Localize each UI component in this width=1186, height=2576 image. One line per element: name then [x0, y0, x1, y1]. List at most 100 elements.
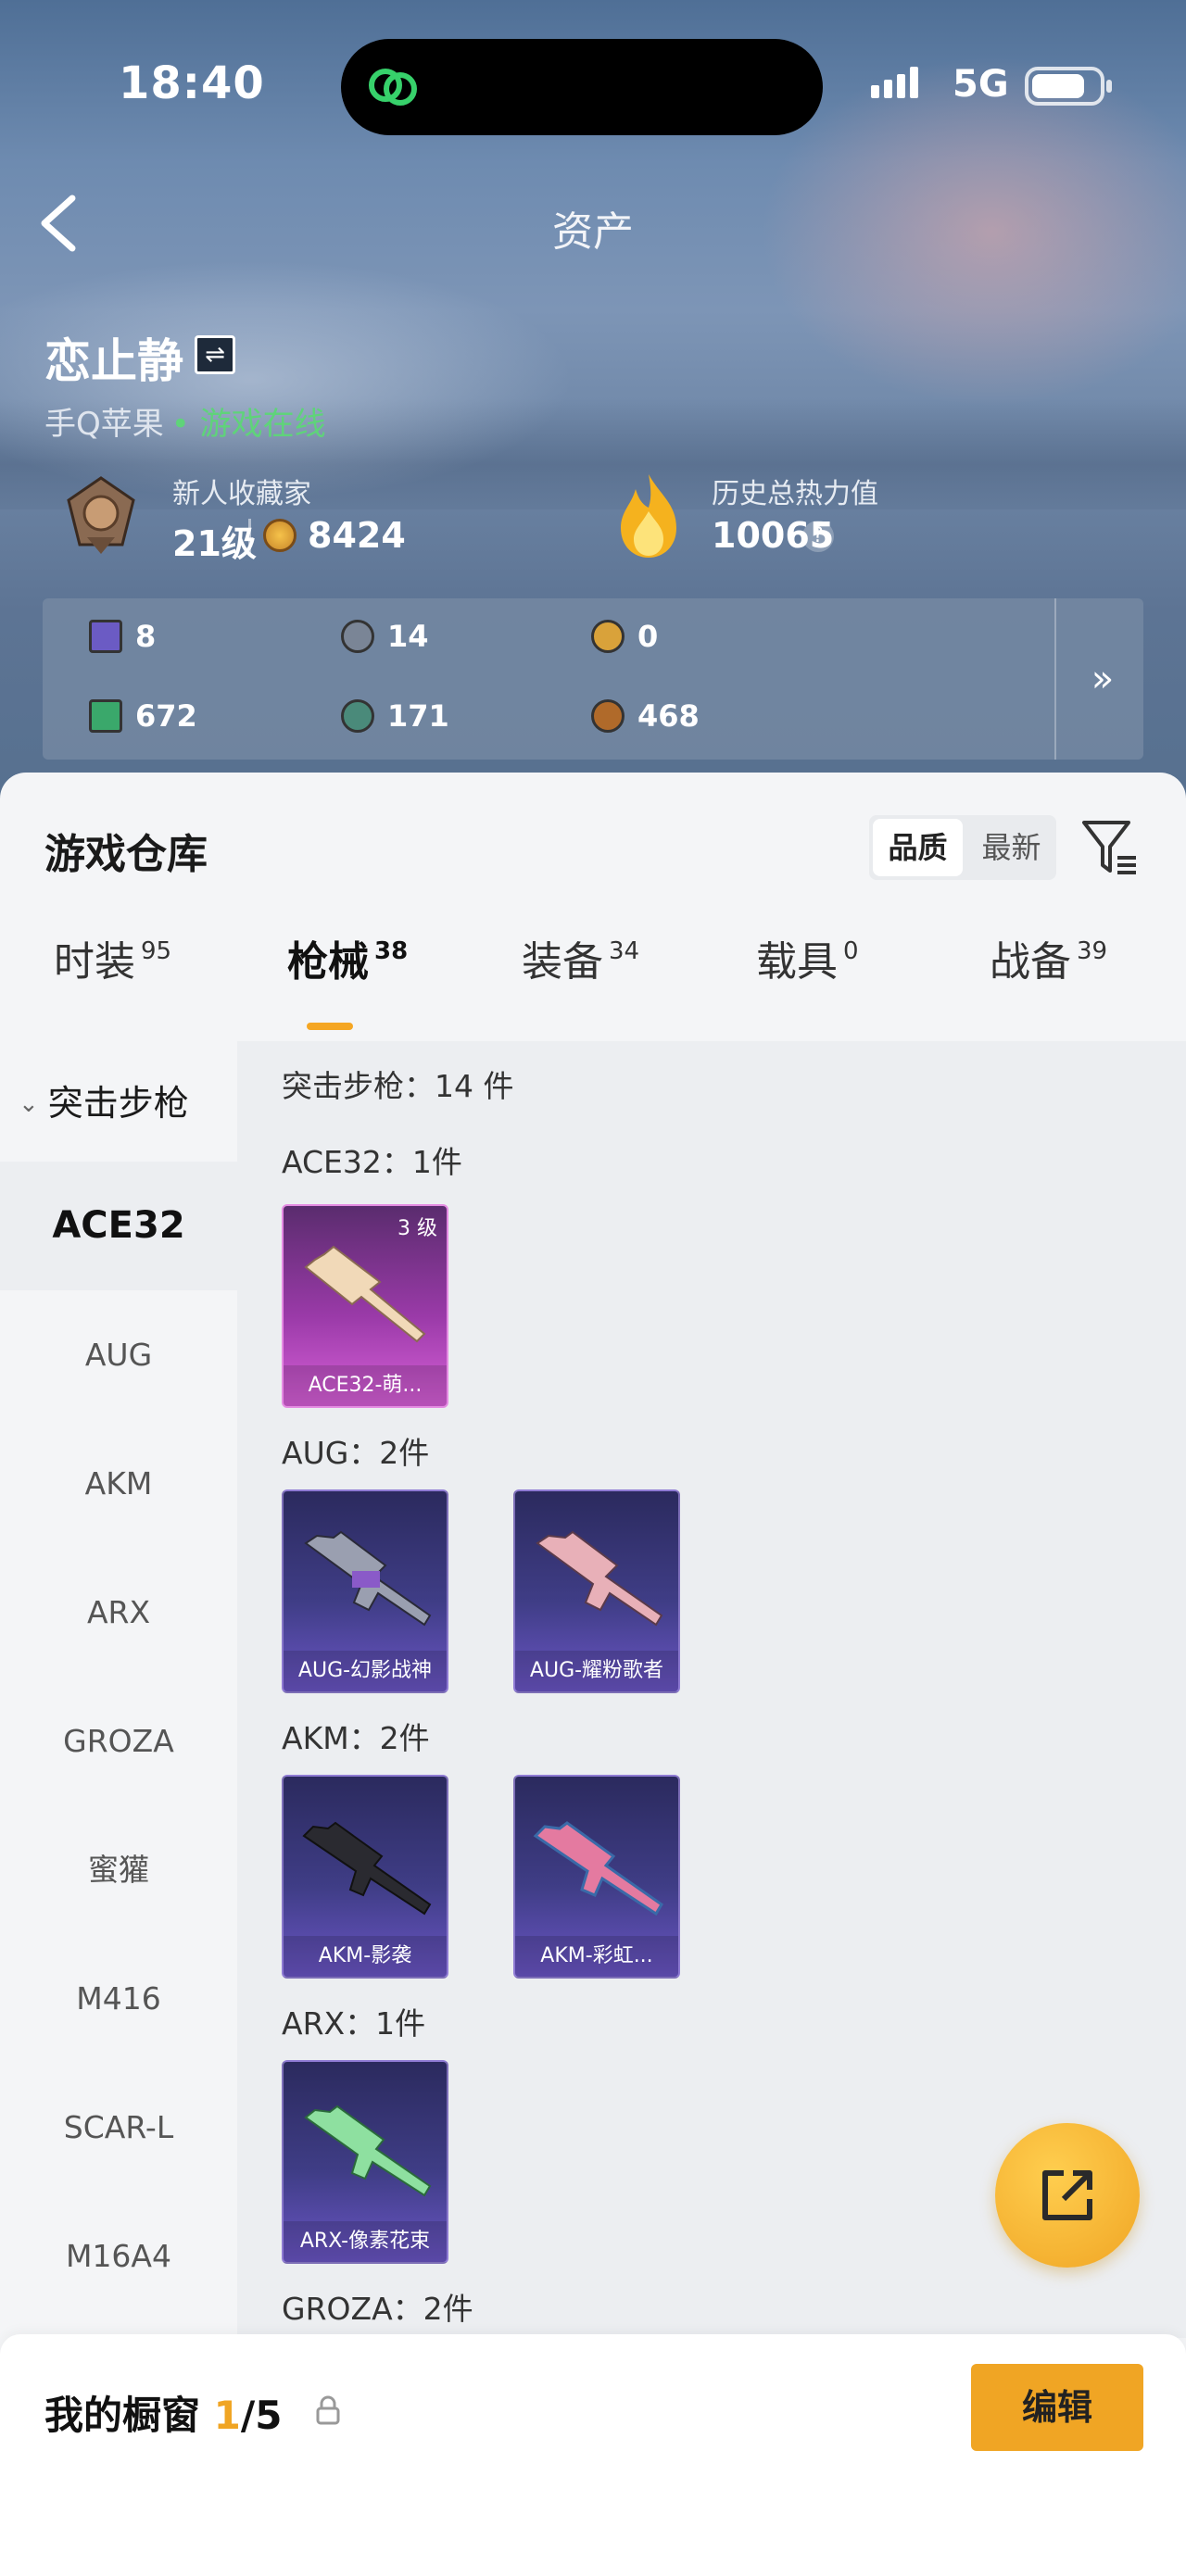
level-badge: 3 级 [397, 1217, 437, 1240]
rifle-icon [304, 1530, 432, 1627]
tab-count: 95 [141, 937, 172, 965]
tab-label: 时装 [54, 938, 135, 986]
weapon-name: ACE32-萌... [284, 1365, 447, 1406]
tab-count: 0 [843, 937, 859, 965]
tab-fashion[interactable]: 时装 95 [54, 928, 171, 987]
weapon-card[interactable]: AKM-影袭 [282, 1775, 448, 1979]
rifle-icon [302, 1821, 432, 1916]
category-item-m16a4[interactable]: M16A4 [0, 2192, 237, 2320]
weapon-card[interactable]: ARX-像素花束 [282, 2060, 448, 2264]
stat-item: 672 [89, 698, 197, 734]
sort-newest-button[interactable]: 最新 [966, 815, 1056, 880]
weapon-name: AKM-彩虹... [515, 1936, 678, 1977]
category-group-label: 突击步枪 [47, 1083, 189, 1124]
divider [248, 519, 251, 554]
category-item-arx[interactable]: ARX [0, 1548, 237, 1677]
category-item-m416[interactable]: M416 [0, 1934, 237, 2063]
network-label: 5G [953, 63, 1009, 106]
weapon-card[interactable]: AKM-彩虹... [513, 1775, 680, 1979]
edit-button[interactable]: 编辑 [971, 2364, 1143, 2451]
stat-value: 672 [135, 698, 197, 734]
flame-icon [621, 474, 676, 558]
showcase-current: 1 [213, 2393, 241, 2438]
coin-icon [263, 519, 296, 552]
stat-value: 0 [637, 619, 659, 654]
stat-item: 171 [341, 698, 449, 734]
tab-supplies[interactable]: 战备 39 [990, 928, 1107, 987]
platform-label: 手Q苹果 • 游戏在线 [44, 398, 326, 444]
category-group-assault-rifles[interactable]: ⌄ 突击步枪 [0, 1041, 237, 1162]
showcase-label: 我的橱窗 [44, 2393, 214, 2438]
stat-item: 14 [341, 619, 429, 654]
filter-icon[interactable] [1080, 817, 1140, 878]
tab-label: 枪械 [287, 938, 369, 986]
tab-count: 38 [374, 937, 409, 965]
help-icon[interactable]: ? [802, 521, 834, 552]
coin-value: 8424 [308, 515, 406, 556]
active-tab-indicator [307, 1023, 353, 1030]
stat-value: 171 [387, 698, 449, 734]
green-card-icon [89, 699, 122, 733]
showcase-bar: 我的橱窗 1/5 编辑 [0, 2334, 1186, 2576]
weapon-name: AUG-耀粉歌者 [515, 1651, 678, 1691]
divider [1054, 598, 1056, 760]
gold-badge-icon [591, 620, 625, 653]
tab-count: 39 [1077, 937, 1108, 965]
showcase-total: /5 [240, 2393, 283, 2438]
asset-stats-panel: 8 14 0 672 171 468 » [43, 598, 1143, 760]
stat-item: 8 [89, 619, 156, 654]
stat-value: 14 [387, 619, 429, 654]
stat-item: 0 [591, 619, 658, 654]
stat-value: 468 [637, 698, 700, 734]
switch-account-icon[interactable]: ⇌ [195, 335, 235, 374]
sphere-icon [341, 699, 374, 733]
weapon-card[interactable]: AUG-耀粉歌者 [513, 1489, 680, 1693]
stat-item: 468 [591, 698, 700, 734]
showcase-title: 我的橱窗 1/5 [44, 2384, 282, 2441]
sort-quality-button[interactable]: 品质 [873, 819, 963, 876]
category-tabs: 时装 95 枪械 38 装备 34 载具 0 战备 39 [0, 928, 1186, 1012]
category-item-ace32[interactable]: ACE32 [0, 1162, 237, 1290]
section-header: AUG：2件 [282, 1435, 430, 1471]
weapon-name: ARX-像素花束 [284, 2221, 447, 2262]
category-item-aug[interactable]: AUG [0, 1290, 237, 1419]
rank-medal-icon [67, 476, 135, 554]
rifle-icon [536, 1530, 663, 1627]
tab-label: 装备 [522, 938, 603, 986]
heat-title: 历史总热力值 [712, 478, 878, 510]
chevron-down-icon: ⌄ [19, 1090, 39, 1118]
weapon-name: AKM-影袭 [284, 1936, 447, 1977]
rifle-icon [533, 1821, 664, 1916]
tab-equipment[interactable]: 装备 34 [522, 928, 639, 987]
category-item-scar-l[interactable]: SCAR-L [0, 2063, 237, 2192]
card-icon [89, 620, 122, 653]
section-header: ARX：1件 [282, 2005, 426, 2042]
stats-more-button[interactable]: » [1062, 598, 1143, 760]
tab-guns[interactable]: 枪械 38 [287, 928, 408, 987]
battery-icon [1025, 67, 1112, 106]
stat-value: 8 [135, 619, 157, 654]
section-header: ACE32：1件 [282, 1144, 462, 1180]
signal-icon [871, 67, 918, 98]
tab-count: 34 [609, 937, 640, 965]
dynamic-island [341, 39, 823, 135]
online-status: • 游戏在线 [170, 406, 326, 443]
category-item-honey-badger[interactable]: 蜜獾 [0, 1805, 237, 1934]
sort-toggle: 品质 最新 [869, 815, 1056, 880]
warehouse-sheet: 游戏仓库 品质 最新 时装 95 枪械 38 装备 34 载具 0 战备 39 ⌄ 突击步枪… [0, 773, 1186, 2576]
category-item-akm[interactable]: AKM [0, 1419, 237, 1548]
bronze-coin-icon [591, 699, 625, 733]
weapon-name: AUG-幻影战神 [284, 1651, 447, 1691]
weapon-card[interactable]: AUG-幻影战神 [282, 1489, 448, 1693]
rank-level: 21级 [172, 523, 257, 564]
status-time: 18:40 [119, 57, 265, 109]
share-icon [1042, 2170, 1092, 2220]
share-button[interactable] [995, 2123, 1140, 2268]
weapon-card[interactable]: 3 级 ACE32-萌... [282, 1204, 448, 1408]
lock-icon [316, 2395, 340, 2425]
tab-vehicles[interactable]: 载具 0 [756, 928, 859, 987]
category-item-groza[interactable]: GROZA [0, 1677, 237, 1805]
platform-text: 手Q苹果 [44, 406, 164, 443]
rifle-icon [304, 2105, 432, 2197]
warehouse-title: 游戏仓库 [44, 831, 208, 878]
